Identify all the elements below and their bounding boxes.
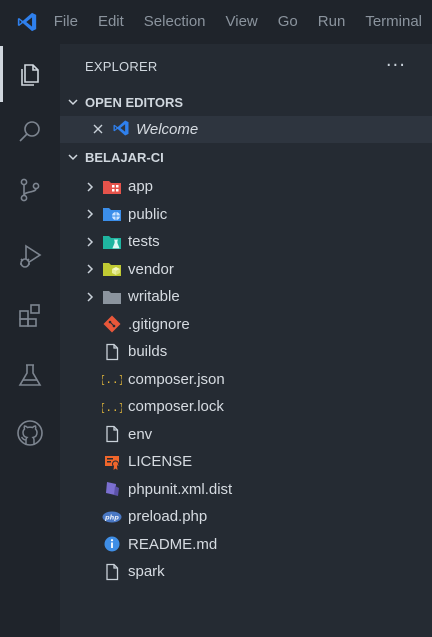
- tree-label: LICENSE: [128, 453, 193, 471]
- activity-source-control[interactable]: [0, 162, 60, 218]
- title-bar: File Edit Selection View Go Run Terminal: [0, 0, 432, 44]
- folder-vendor-icon: [102, 260, 122, 278]
- run-debug-icon: [20, 244, 42, 268]
- menu-view[interactable]: View: [216, 0, 268, 44]
- menu-bar: File Edit Selection View Go Run Terminal: [54, 0, 432, 44]
- search-icon: [19, 121, 40, 142]
- chevron-right-icon: [82, 289, 98, 305]
- phpunit-icon: [102, 480, 122, 498]
- tree-label: .gitignore: [128, 315, 190, 333]
- testing-icon: [18, 364, 42, 386]
- svg-text:php: php: [104, 513, 119, 521]
- file-icon: [102, 343, 122, 361]
- tree-label: tests: [128, 233, 160, 251]
- tree-label: public: [128, 205, 168, 223]
- svg-text:{..}: {..}: [102, 373, 122, 386]
- tree-file-composer-lock[interactable]: {..} composer.lock: [60, 393, 432, 421]
- file-icon: [102, 425, 122, 443]
- activity-search[interactable]: [0, 104, 60, 160]
- project-section[interactable]: BELAJAR-CI: [60, 143, 432, 171]
- tree-label: composer.json: [128, 370, 225, 388]
- folder-public-icon: [102, 205, 122, 223]
- git-icon: [102, 315, 122, 333]
- chevron-right-icon: [82, 234, 98, 250]
- tree-file-readme[interactable]: README.md: [60, 531, 432, 559]
- tree-folder-vendor[interactable]: vendor: [60, 256, 432, 284]
- explorer-sidebar: EXPLORER ··· OPEN EDITORS Welcome BELAJA…: [60, 44, 432, 637]
- file-tree: app public tests vendor writable .gitign…: [60, 171, 432, 586]
- folder-app-icon: [102, 178, 122, 196]
- license-icon: [102, 453, 122, 471]
- tree-label: spark: [128, 563, 165, 581]
- chevron-down-icon: [66, 95, 80, 109]
- tree-file-composer-json[interactable]: {..} composer.json: [60, 366, 432, 394]
- info-icon: [102, 535, 122, 553]
- tree-label: README.md: [128, 535, 218, 553]
- project-label: BELAJAR-CI: [85, 149, 164, 165]
- chevron-down-icon: [66, 150, 80, 164]
- tree-label: env: [128, 425, 153, 443]
- tree-label: vendor: [128, 260, 174, 278]
- menu-selection[interactable]: Selection: [134, 0, 216, 44]
- extensions-icon: [19, 304, 40, 327]
- menu-edit[interactable]: Edit: [88, 0, 134, 44]
- tree-folder-app[interactable]: app: [60, 173, 432, 201]
- menu-run[interactable]: Run: [308, 0, 356, 44]
- chevron-right-icon: [82, 261, 98, 277]
- svg-text:{..}: {..}: [102, 401, 122, 414]
- tree-file-gitignore[interactable]: .gitignore: [60, 311, 432, 339]
- folder-icon: [102, 288, 122, 306]
- json-icon: {..}: [102, 370, 122, 388]
- menu-terminal[interactable]: Terminal: [355, 0, 432, 44]
- close-icon[interactable]: [92, 121, 108, 139]
- chevron-right-icon: [82, 206, 98, 222]
- open-editor-label: Welcome: [136, 121, 199, 138]
- activity-testing[interactable]: [0, 347, 60, 403]
- file-icon: [102, 563, 122, 581]
- activity-explorer[interactable]: [0, 46, 60, 102]
- activity-bar: [0, 44, 60, 637]
- chevron-right-icon: [82, 179, 98, 195]
- vscode-logo-icon: [0, 0, 54, 44]
- activity-extensions[interactable]: [0, 287, 60, 343]
- tree-label: preload.php: [128, 508, 208, 526]
- tree-folder-tests[interactable]: tests: [60, 228, 432, 256]
- explorer-title: EXPLORER: [85, 58, 158, 74]
- folder-tests-icon: [102, 233, 122, 251]
- tree-file-builds[interactable]: builds: [60, 338, 432, 366]
- activity-run-debug[interactable]: [0, 228, 60, 284]
- explorer-header: EXPLORER ···: [60, 44, 432, 88]
- tree-label: builds: [128, 343, 168, 361]
- source-control-icon: [20, 178, 40, 202]
- more-actions-icon[interactable]: ···: [386, 57, 406, 75]
- open-editors-label: OPEN EDITORS: [85, 94, 184, 110]
- tree-file-phpunit[interactable]: phpunit.xml.dist: [60, 476, 432, 504]
- open-editor-item[interactable]: Welcome: [60, 116, 432, 143]
- explorer-icon: [21, 64, 39, 86]
- open-editors-section[interactable]: OPEN EDITORS: [60, 88, 432, 116]
- menu-file[interactable]: File: [54, 0, 88, 44]
- tree-folder-public[interactable]: public: [60, 201, 432, 229]
- php-icon: php: [102, 508, 122, 526]
- tree-file-preload[interactable]: php preload.php: [60, 503, 432, 531]
- tree-label: writable: [128, 288, 180, 306]
- tree-label: phpunit.xml.dist: [128, 480, 233, 498]
- github-icon: [17, 420, 43, 446]
- json-icon: {..}: [102, 398, 122, 416]
- tree-file-env[interactable]: env: [60, 421, 432, 449]
- activity-github[interactable]: [0, 405, 60, 461]
- tree-label: composer.lock: [128, 398, 224, 416]
- tree-file-license[interactable]: LICENSE: [60, 448, 432, 476]
- tree-file-spark[interactable]: spark: [60, 558, 432, 586]
- tree-folder-writable[interactable]: writable: [60, 283, 432, 311]
- vscode-icon: [112, 119, 130, 141]
- menu-go[interactable]: Go: [268, 0, 308, 44]
- tree-label: app: [128, 178, 154, 196]
